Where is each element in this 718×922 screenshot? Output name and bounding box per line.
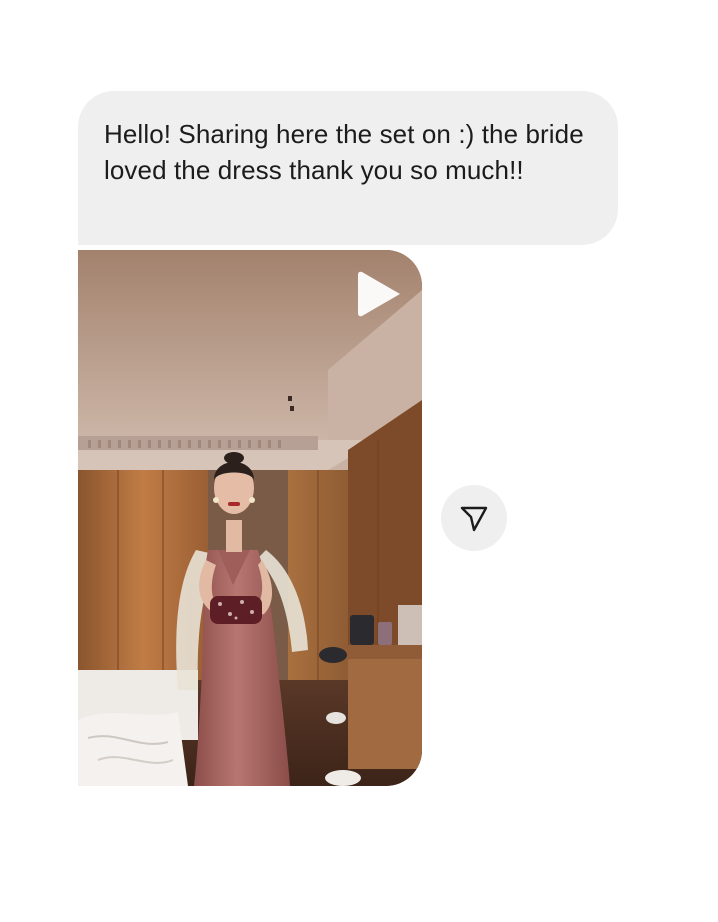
share-button[interactable] [441,485,507,551]
video-thumbnail [78,250,422,786]
send-icon [460,506,488,532]
message-text: Hello! Sharing here the set on :) the br… [104,119,584,185]
play-icon [358,271,400,317]
play-button[interactable] [356,268,404,320]
video-message[interactable] [78,250,422,786]
message-bubble[interactable]: Hello! Sharing here the set on :) the br… [78,91,618,245]
